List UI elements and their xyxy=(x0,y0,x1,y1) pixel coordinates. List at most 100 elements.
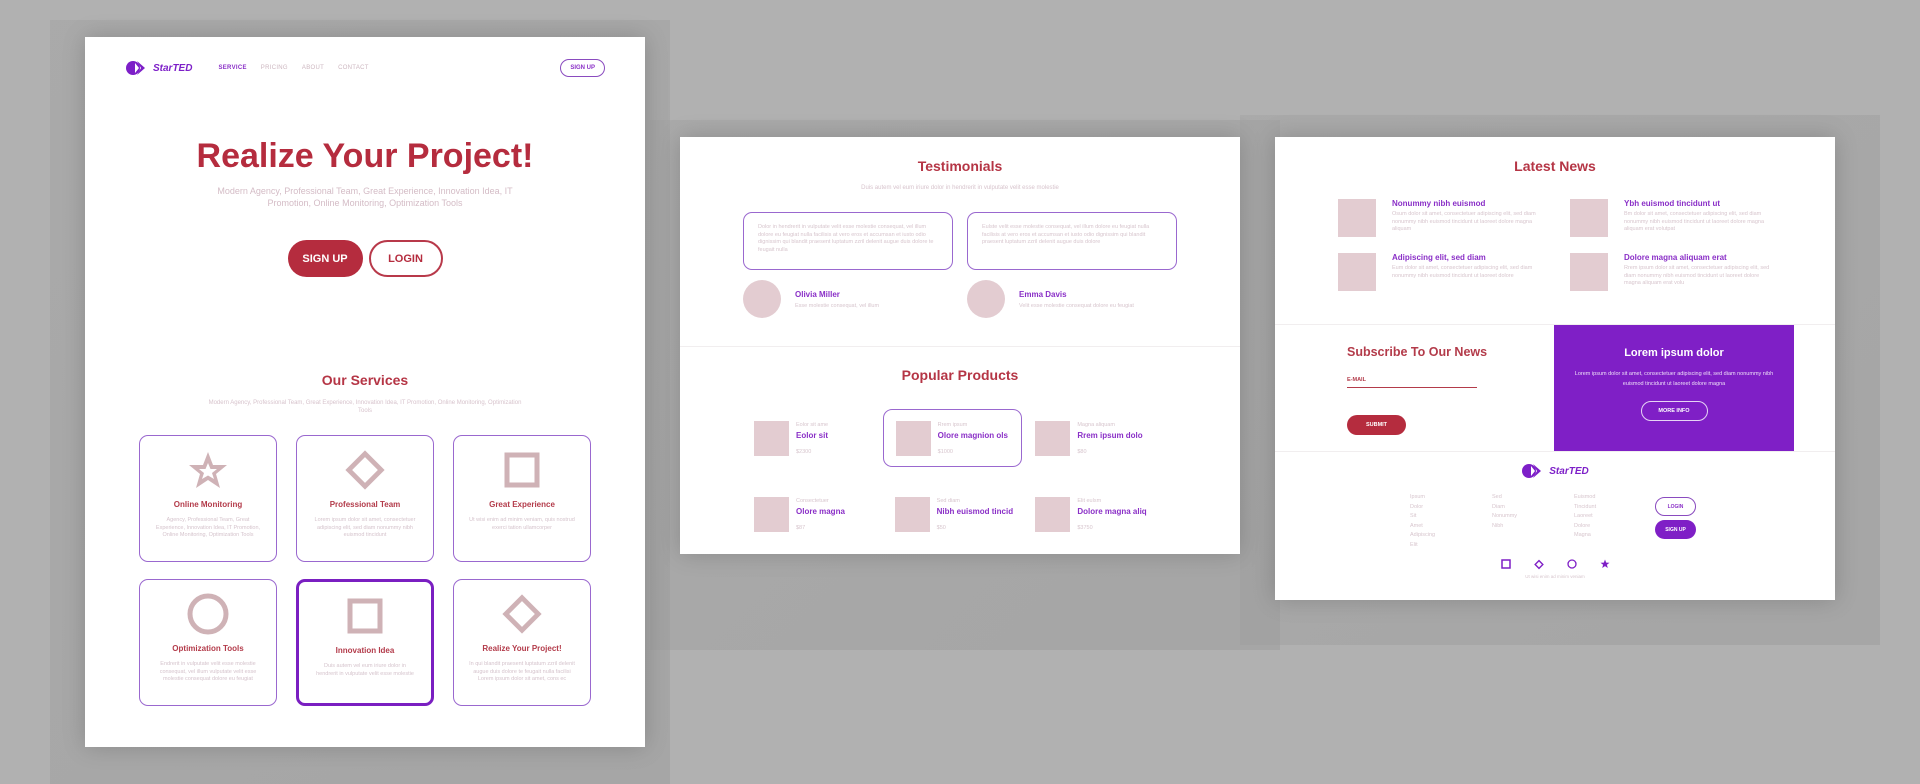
footer-login-button[interactable]: LOGIN xyxy=(1655,497,1696,516)
footer-link[interactable]: Magna xyxy=(1574,532,1610,538)
product-category: Eolor sit ame xyxy=(796,421,829,428)
hero-login-button[interactable]: LOGIN xyxy=(368,240,443,277)
diamond-icon xyxy=(343,448,387,492)
section-divider xyxy=(1275,451,1835,452)
footer-link[interactable]: Nonummy xyxy=(1492,513,1528,519)
product-category: Rrem ipsum xyxy=(937,421,968,428)
testimonial-author: Emma Davis Velit esse molestie consequat… xyxy=(967,280,1177,318)
service-card[interactable]: Realize Your Project! In qui blandit pra… xyxy=(453,579,591,706)
subscribe-title: Subscribe To Our News xyxy=(1347,345,1488,359)
products-title: Popular Products xyxy=(901,367,1019,383)
hero-subtitle: Modern Agency, Professional Team, Great … xyxy=(217,186,513,208)
avatar xyxy=(967,280,1005,318)
product-item-active[interactable]: Rrem ipsum Olore magnion ols $1000 xyxy=(882,409,1022,467)
testimonials-title: Testimonials xyxy=(917,158,1003,174)
testimonial-author: Olivia Miller Esse molestie consequat, v… xyxy=(743,280,953,318)
hero-title: Realize Your Project! xyxy=(196,137,534,175)
product-thumbnail xyxy=(894,496,930,532)
author-name: Olivia Miller xyxy=(795,289,840,299)
logo[interactable]: StarTED xyxy=(125,60,192,76)
footer-link[interactable]: Elit xyxy=(1410,542,1446,548)
product-item[interactable]: Eolor sit ame Eolor sit $2300 xyxy=(742,409,881,467)
news-item[interactable]: Nonummy nibh euismod Osum dolor sit amet… xyxy=(1338,199,1540,237)
logo-icon xyxy=(1522,464,1542,478)
service-card-active[interactable]: Innovation Idea Duis autem vel eum iriur… xyxy=(296,579,434,706)
product-thumbnail xyxy=(1035,496,1071,532)
footer-column: Euismod Tincidunt Laoreet Dolore Magna xyxy=(1574,494,1610,548)
diamond-icon[interactable] xyxy=(1533,559,1544,569)
promo-title: Lorem ipsum dolor xyxy=(1624,347,1724,359)
product-item[interactable]: Consectetuer Olore magna $87 xyxy=(742,485,881,543)
nav-link-contact[interactable]: CONTACT xyxy=(338,65,369,71)
footer-link[interactable]: Amet xyxy=(1410,523,1446,529)
footer-link-columns: Ipsum Dolor Sit Amet Adipiscing Elit Sed… xyxy=(1410,494,1610,548)
product-category: Elit eulsm xyxy=(1077,497,1102,504)
nav-link-pricing[interactable]: PRICING xyxy=(261,65,288,71)
news-title: Latest News xyxy=(1514,158,1596,174)
service-card[interactable]: Online Monitoring Agency, Professional T… xyxy=(139,435,277,562)
services-grid: Online Monitoring Agency, Professional T… xyxy=(139,435,591,706)
product-price: $87 xyxy=(796,524,806,531)
service-description: Endrerit in vulputate velit esse molesti… xyxy=(159,661,257,682)
hero-signup-button[interactable]: SIGN UP xyxy=(287,240,363,277)
testimonials-products-panel: Testimonials Duis autem vel eum iriure d… xyxy=(680,137,1240,554)
service-card[interactable]: Professional Team Lorem ipsum dolor sit … xyxy=(296,435,434,562)
news-headline: Dolore magna aliquam erat xyxy=(1624,253,1727,262)
submit-button[interactable]: SUBMIT xyxy=(1347,415,1406,435)
product-thumbnail xyxy=(754,420,789,456)
service-title: Realize Your Project! xyxy=(482,644,562,653)
footer-signup-button[interactable]: SIGN UP xyxy=(1655,520,1696,539)
product-name: Eolor sit xyxy=(796,430,829,440)
service-title: Great Experience xyxy=(489,500,555,509)
product-category: Consectetuer xyxy=(796,497,829,504)
section-divider xyxy=(680,346,1240,347)
news-excerpt: Bm dolor sit amet, consectetuer adipisci… xyxy=(1624,211,1765,232)
news-item[interactable]: Dolore magna aliquam erat Rrem ipsum dol… xyxy=(1570,253,1772,291)
product-item[interactable]: Elit eulsm Dolore magna aliq $3750 xyxy=(1023,485,1162,543)
testimonial-quote: Eulste velit esse molestie consequat, ve… xyxy=(967,212,1177,270)
nav-signup-button[interactable]: SIGN UP xyxy=(560,59,605,77)
nav-link-about[interactable]: ABOUT xyxy=(302,65,324,71)
footer-link[interactable]: Nibh xyxy=(1492,523,1528,529)
circle-icon[interactable] xyxy=(1566,559,1577,569)
star-icon[interactable] xyxy=(1600,559,1610,569)
service-card[interactable]: Great Experience Ut wisi enim ad minim v… xyxy=(453,435,591,562)
footer-link[interactable]: Sed xyxy=(1492,494,1528,500)
footer-link[interactable]: Adipiscing xyxy=(1410,532,1446,538)
footer-logo[interactable]: StarTED xyxy=(1275,463,1835,479)
news-headline: Ybh euismod tincidunt ut xyxy=(1624,199,1720,208)
news-headline: Adipiscing elit, sed diam xyxy=(1392,253,1486,262)
news-thumbnail xyxy=(1338,199,1376,237)
footer-link[interactable]: Tincidunt xyxy=(1574,504,1610,510)
footer-link[interactable]: Sit xyxy=(1410,513,1446,519)
product-item[interactable]: Sed diam Nibh euismod tincid $50 xyxy=(883,485,1022,543)
footer-link[interactable]: Ipsum xyxy=(1410,494,1446,500)
testimonials-subtitle: Duis autem vel eum iriure dolor in hendr… xyxy=(861,185,1059,191)
promo-block: Lorem ipsum dolor Lorem ipsum dolor sit … xyxy=(1554,325,1794,451)
email-input[interactable] xyxy=(1347,387,1477,388)
service-title: Optimization Tools xyxy=(172,644,244,653)
product-price: $3750 xyxy=(1077,524,1093,531)
square-icon[interactable] xyxy=(1500,559,1511,569)
subscribe-section: Subscribe To Our News E-MAIL SUBMIT xyxy=(1275,325,1554,451)
service-card[interactable]: Optimization Tools Endrerit in vulputate… xyxy=(139,579,277,706)
footer-link[interactable]: Dolore xyxy=(1574,523,1610,529)
product-name: Olore magna xyxy=(796,506,845,516)
news-item[interactable]: Adipiscing elit, sed diam Eum dolor sit … xyxy=(1338,253,1540,291)
news-item[interactable]: Ybh euismod tincidunt ut Bm dolor sit am… xyxy=(1570,199,1772,237)
nav-links: SERVICE PRICING ABOUT CONTACT xyxy=(218,65,368,71)
news-subscribe-footer-panel: Latest News Nonummy nibh euismod Osum do… xyxy=(1275,137,1835,600)
product-item[interactable]: Magna aliquam Rrem ipsum dolo $80 xyxy=(1023,409,1162,467)
footer-link[interactable]: Dolor xyxy=(1410,504,1446,510)
email-label: E-MAIL xyxy=(1347,377,1366,383)
testimonial-authors: Olivia Miller Esse molestie consequat, v… xyxy=(743,280,1177,318)
product-name: Nibh euismod tincid xyxy=(936,506,1014,516)
footer-column: Ipsum Dolor Sit Amet Adipiscing Elit xyxy=(1410,494,1446,548)
footer-link[interactable]: Laoreet xyxy=(1574,513,1610,519)
landing-hero-panel: StarTED SERVICE PRICING ABOUT CONTACT SI… xyxy=(85,37,645,747)
star-icon xyxy=(186,448,230,492)
footer-link[interactable]: Euismod xyxy=(1574,494,1610,500)
nav-link-service[interactable]: SERVICE xyxy=(218,65,246,71)
more-info-button[interactable]: MORE INFO xyxy=(1640,401,1708,421)
footer-link[interactable]: Diam xyxy=(1492,504,1528,510)
